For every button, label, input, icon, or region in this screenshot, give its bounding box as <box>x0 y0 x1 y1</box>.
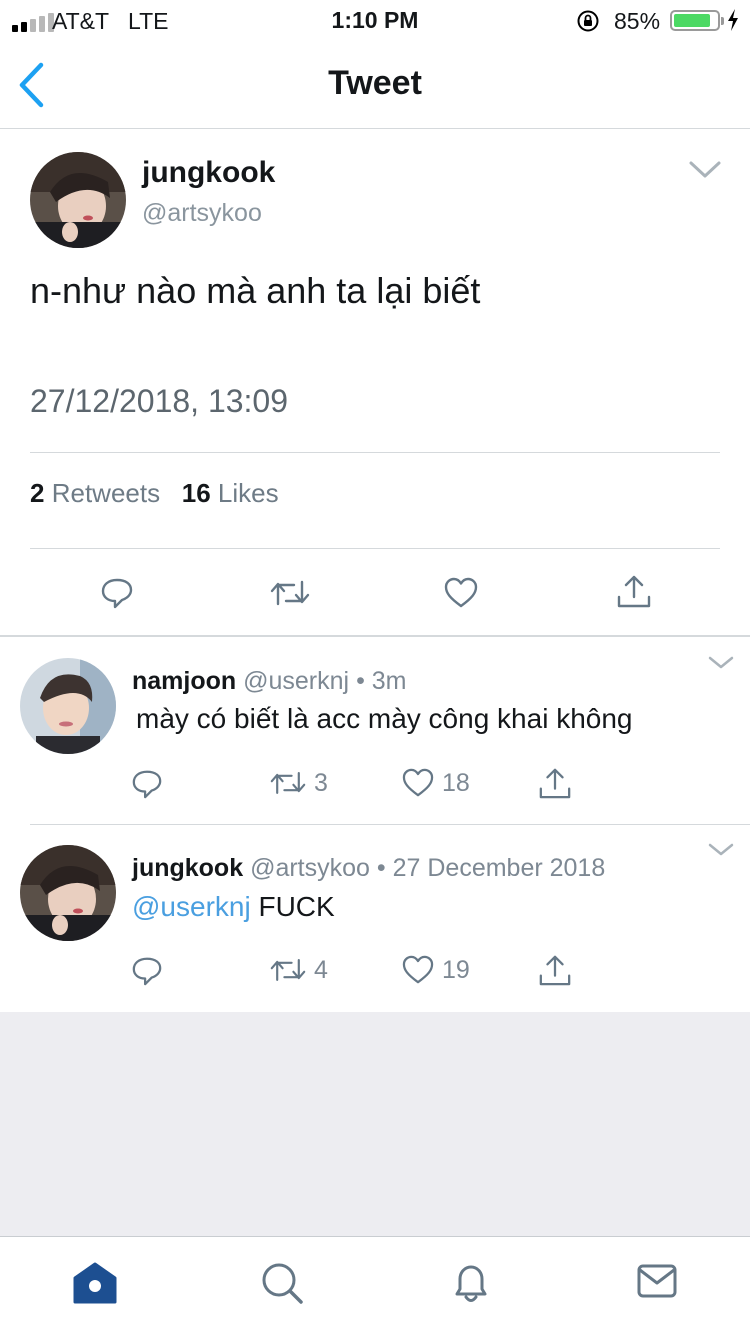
charging-icon <box>728 9 738 31</box>
mention-link[interactable]: @userknj <box>132 891 251 922</box>
chevron-down-icon[interactable] <box>688 160 722 180</box>
reply-body: FUCK <box>258 891 335 922</box>
retweet-count: 3 <box>314 768 328 797</box>
share-icon[interactable] <box>538 766 572 800</box>
reply-text: @userknj FUCK <box>132 891 335 923</box>
rotation-lock-icon <box>577 10 599 32</box>
reply-time: 27 December 2018 <box>392 854 606 882</box>
retweets-count[interactable]: 2 <box>30 478 44 508</box>
home-icon[interactable] <box>72 1261 118 1305</box>
author-handle[interactable]: @artsykoo <box>142 199 262 228</box>
share-icon[interactable] <box>538 953 572 987</box>
tweet-timestamp: 27/12/2018, 13:09 <box>30 383 289 419</box>
separator-dot: • <box>356 667 365 695</box>
avatar[interactable] <box>20 658 116 754</box>
navigation-bar: Tweet <box>0 40 750 129</box>
avatar[interactable] <box>30 152 126 248</box>
likes-label[interactable]: Likes <box>218 478 279 508</box>
reply-text: mày có biết là acc mày công khai không <box>136 703 633 734</box>
reply-author-name[interactable]: namjoon <box>132 667 236 695</box>
like-icon[interactable] <box>402 955 434 985</box>
retweet-icon[interactable] <box>270 768 306 798</box>
reply-header: jungkook @artsykoo • 27 December 2018 <box>132 854 605 883</box>
battery-percent: 85% <box>614 8 661 34</box>
retweet-action[interactable]: 4 <box>270 955 328 985</box>
chevron-down-icon[interactable] <box>708 656 734 670</box>
chevron-down-icon[interactable] <box>708 843 734 857</box>
likes-count[interactable]: 16 <box>182 478 211 508</box>
retweet-icon[interactable] <box>270 955 306 985</box>
like-count: 19 <box>442 955 470 984</box>
share-icon[interactable] <box>616 573 652 609</box>
tweet-text: n-như nào mà anh ta lại biết <box>30 270 481 311</box>
divider <box>30 824 750 825</box>
author-name[interactable]: jungkook <box>142 156 275 190</box>
like-icon[interactable] <box>402 768 434 798</box>
page-title: Tweet <box>328 64 422 102</box>
status-bar: AT&T LTE 1:10 PM 85% <box>0 0 750 40</box>
reply-author-handle[interactable]: @artsykoo <box>250 854 370 882</box>
divider <box>30 452 720 453</box>
reply-header: namjoon @userknj • 3m <box>132 667 407 696</box>
like-action[interactable]: 18 <box>402 768 470 798</box>
retweet-action[interactable]: 3 <box>270 768 328 798</box>
reply-icon[interactable] <box>131 768 163 800</box>
reply-icon[interactable] <box>131 955 163 987</box>
battery-icon <box>670 10 724 31</box>
reply-author-name[interactable]: jungkook <box>132 854 243 882</box>
retweet-count: 4 <box>314 955 328 984</box>
retweets-label[interactable]: Retweets <box>52 478 160 508</box>
like-icon[interactable] <box>444 577 478 609</box>
tweet-stats: 2 Retweets 16 Likes <box>30 478 279 509</box>
like-count: 18 <box>442 768 470 797</box>
reply-icon[interactable] <box>100 577 134 609</box>
separator-dot: • <box>376 854 386 882</box>
reply-author-handle[interactable]: @userknj <box>243 667 349 695</box>
reply-time: 3m <box>371 667 407 695</box>
divider <box>30 548 720 549</box>
avatar[interactable] <box>20 845 116 941</box>
notifications-icon[interactable] <box>450 1261 492 1307</box>
empty-area <box>0 1012 750 1236</box>
retweet-icon[interactable] <box>270 578 310 608</box>
tab-bar <box>0 1236 750 1334</box>
messages-icon[interactable] <box>636 1261 678 1301</box>
search-icon[interactable] <box>260 1261 304 1305</box>
like-action[interactable]: 19 <box>402 955 470 985</box>
divider <box>0 635 750 637</box>
